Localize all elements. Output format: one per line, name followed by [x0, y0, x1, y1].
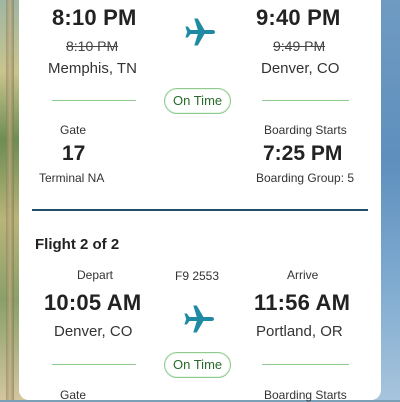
flight1-terminal: Terminal NA [39, 171, 105, 185]
itinerary-card: 8:10 PM 8:10 PM Memphis, TN 9:40 PM 9:49… [19, 0, 381, 402]
flight2-depart-city: Denver, CO [54, 323, 133, 340]
airplane-icon [184, 305, 215, 333]
flight1-gate-label: Gate [60, 123, 87, 137]
flight1-gate-number: 17 [62, 142, 86, 165]
flight2-depart-label: Depart [77, 268, 114, 282]
flight2-arrive-city: Portland, OR [256, 323, 343, 340]
flight2-depart-time: 10:05 AM [44, 290, 142, 315]
flight2-arrive-time: 11:56 AM [254, 290, 351, 315]
flight1-depart-time: 8:10 PM [52, 5, 137, 30]
flight1-depart-city: Memphis, TN [48, 60, 137, 77]
airplane-icon [185, 18, 216, 46]
flight1-boarding-time: 7:25 PM [263, 142, 343, 165]
flight2-title: Flight 2 of 2 [35, 236, 120, 253]
flight1-arrive-scheduled: 9:49 PM [273, 38, 326, 54]
flight1-arrive-city: Denver, CO [261, 60, 340, 77]
flight1-depart-scheduled: 8:10 PM [66, 38, 119, 54]
flight2-status-badge: On Time [164, 352, 232, 378]
flight1-arrive-time: 9:40 PM [256, 5, 341, 30]
flight1-status-badge: On Time [164, 88, 232, 114]
status-line-left [52, 100, 136, 101]
flight2-flight-number: F9 2553 [175, 269, 220, 283]
flight2-arrive-label: Arrive [287, 268, 319, 282]
status-line-left [52, 364, 136, 365]
status-line-right [262, 100, 349, 101]
flight-divider [32, 209, 368, 211]
flight1-boarding-label: Boarding Starts [264, 123, 347, 137]
flight1-boarding-group: Boarding Group: 5 [256, 171, 355, 185]
status-line-right [262, 364, 349, 365]
